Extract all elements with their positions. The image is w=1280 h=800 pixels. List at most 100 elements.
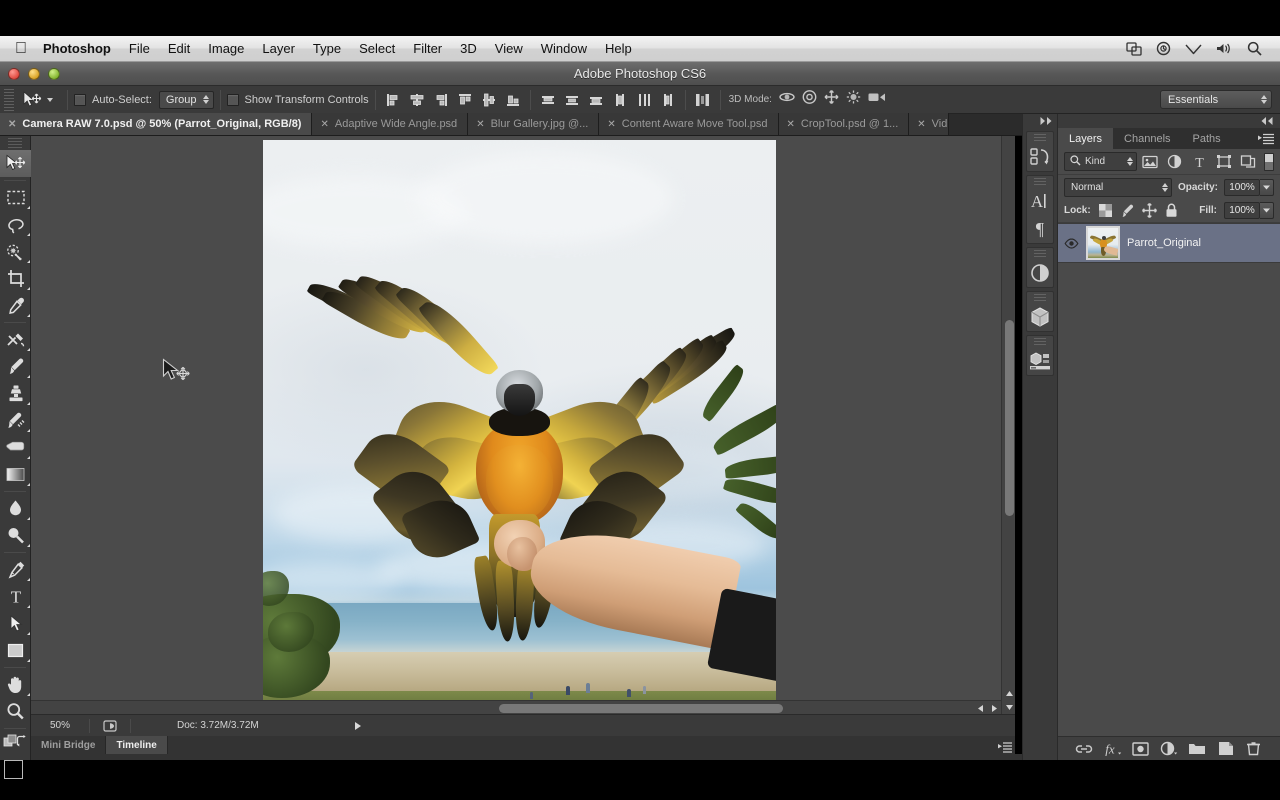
new-adjustment-layer-icon[interactable] <box>1159 739 1179 759</box>
new-layer-icon[interactable] <box>1216 739 1236 759</box>
document-tab-crop-tool[interactable]: ✕ CropTool.psd @ 1... <box>779 113 910 135</box>
quick-mask-mode-icon[interactable] <box>0 796 31 800</box>
distribute-bottom-edges-icon[interactable] <box>585 89 607 111</box>
opacity-stepper-arrow[interactable] <box>1260 179 1274 196</box>
close-icon[interactable]: ✕ <box>8 119 16 130</box>
distribute-right-edges-icon[interactable] <box>657 89 679 111</box>
tab-layers[interactable]: Layers <box>1058 128 1113 149</box>
fill-stepper-arrow[interactable] <box>1260 202 1274 219</box>
auto-align-layers-icon[interactable] <box>692 89 714 111</box>
link-layers-icon[interactable] <box>1074 739 1094 759</box>
collapse-to-icons-icon[interactable] <box>1058 114 1280 128</box>
dock-grip[interactable] <box>1034 250 1046 258</box>
document-tab-content-aware-move[interactable]: ✕ Content Aware Move Tool.psd <box>599 113 778 135</box>
opacity-value-field[interactable]: 100% <box>1224 179 1260 196</box>
menu-image[interactable]: Image <box>199 37 253 61</box>
canvas-horizontal-scrollbar[interactable] <box>31 700 1001 714</box>
scale-3d-icon[interactable] <box>867 90 886 109</box>
tool-rectangular-marquee[interactable] <box>0 184 31 211</box>
workspace-selector[interactable]: Essentials <box>1160 90 1272 109</box>
distribute-vertical-centers-icon[interactable] <box>561 89 583 111</box>
dock-grip[interactable] <box>1034 134 1046 142</box>
close-icon[interactable]: ✕ <box>787 119 795 130</box>
menu-select[interactable]: Select <box>350 37 404 61</box>
menu-photoshop[interactable]: Photoshop <box>34 37 120 61</box>
spotlight-search-icon[interactable] <box>1247 41 1262 56</box>
eye-icon[interactable] <box>1064 238 1079 249</box>
filter-shape-layers-icon[interactable] <box>1213 152 1235 172</box>
tool-rectangle[interactable] <box>0 637 31 664</box>
horizontal-scrollbar-thumb[interactable] <box>499 704 783 713</box>
tab-paths[interactable]: Paths <box>1182 128 1232 149</box>
align-horizontal-centers-icon[interactable] <box>406 89 428 111</box>
distribute-left-edges-icon[interactable] <box>609 89 631 111</box>
filter-adjustment-layers-icon[interactable] <box>1164 152 1186 172</box>
tool-spot-healing-brush[interactable] <box>0 326 31 353</box>
lock-transparent-pixels-icon[interactable] <box>1098 203 1113 218</box>
tools-palette-grip[interactable] <box>8 138 22 148</box>
align-bottom-edges-icon[interactable] <box>502 89 524 111</box>
wifi-icon[interactable] <box>1185 42 1202 55</box>
tool-clone-stamp[interactable] <box>0 380 31 407</box>
filter-pixel-layers-icon[interactable] <box>1140 152 1162 172</box>
fill-value-field[interactable]: 100% <box>1224 202 1260 219</box>
canvas-work-area[interactable] <box>31 136 1015 714</box>
swap-colors-icon[interactable] <box>15 734 28 752</box>
3d-properties-panel-icon[interactable] <box>1027 347 1053 375</box>
bottom-panel-menu-icon[interactable] <box>998 740 1012 758</box>
tool-horizontal-type[interactable]: T <box>0 583 31 610</box>
close-icon[interactable]: ✕ <box>917 119 925 130</box>
tool-eyedropper[interactable] <box>0 292 31 319</box>
bottom-tab-mini-bridge[interactable]: Mini Bridge <box>31 736 106 754</box>
menu-type[interactable]: Type <box>304 37 350 61</box>
active-tool-preview[interactable] <box>18 91 61 109</box>
zoom-level-field[interactable]: 50% <box>31 720 89 731</box>
lock-all-icon[interactable] <box>1164 203 1179 218</box>
dock-grip[interactable] <box>1034 338 1046 346</box>
screen-share-icon[interactable] <box>1126 42 1142 56</box>
history-actions-icon[interactable] <box>1027 143 1053 171</box>
scroll-right-arrow-icon[interactable] <box>987 701 1001 714</box>
menu-layer[interactable]: Layer <box>253 37 304 61</box>
menu-view[interactable]: View <box>486 37 532 61</box>
new-group-icon[interactable] <box>1187 739 1207 759</box>
tool-hand[interactable] <box>0 671 31 698</box>
status-menu-triangle-icon[interactable] <box>355 722 361 730</box>
menu-filter[interactable]: Filter <box>404 37 451 61</box>
auto-select-checkbox[interactable] <box>74 94 86 106</box>
menu-window[interactable]: Window <box>532 37 596 61</box>
tool-history-brush[interactable] <box>0 407 31 434</box>
tool-pen[interactable] <box>0 556 31 583</box>
add-layer-mask-icon[interactable] <box>1131 739 1151 759</box>
show-transform-controls-checkbox[interactable] <box>227 94 239 106</box>
layer-style-fx-icon[interactable]: fx <box>1102 739 1122 759</box>
document-tab-adaptive-wide-angle[interactable]: ✕ Adaptive Wide Angle.psd <box>312 113 468 135</box>
layer-name-label[interactable]: Parrot_Original <box>1127 237 1201 249</box>
scroll-down-arrow-icon[interactable] <box>1002 700 1015 714</box>
delete-layer-icon[interactable] <box>1244 739 1264 759</box>
filter-toggle-icon[interactable] <box>1264 153 1274 171</box>
tool-zoom[interactable] <box>0 698 31 725</box>
tool-gradient[interactable] <box>0 461 31 488</box>
tool-lasso[interactable] <box>0 211 31 238</box>
roll-3d-icon[interactable] <box>801 89 818 110</box>
tool-path-selection[interactable] <box>0 610 31 637</box>
tool-brush[interactable] <box>0 353 31 380</box>
character-panel-icon[interactable]: A <box>1027 187 1053 215</box>
close-icon[interactable]: ✕ <box>320 119 328 130</box>
apple-logo-icon[interactable]:  <box>8 41 34 57</box>
filter-type-layers-icon[interactable]: T <box>1189 152 1211 172</box>
slide-3d-icon[interactable] <box>845 89 862 110</box>
align-left-edges-icon[interactable] <box>382 89 404 111</box>
adjustments-panel-icon[interactable] <box>1027 259 1053 287</box>
table-row[interactable]: Parrot_Original <box>1058 223 1280 263</box>
tool-dodge[interactable] <box>0 522 31 549</box>
options-bar-grip[interactable] <box>4 89 14 111</box>
orbit-3d-icon[interactable] <box>778 89 796 110</box>
distribute-horizontal-centers-icon[interactable] <box>633 89 655 111</box>
dock-grip[interactable] <box>1034 178 1046 186</box>
layer-thumbnail[interactable] <box>1086 226 1120 260</box>
document-tab-camera-raw[interactable]: ✕ Camera RAW 7.0.psd @ 50% (Parrot_Origi… <box>0 113 312 135</box>
document-tab-video[interactable]: ✕ Vid <box>909 113 949 135</box>
tool-quick-selection[interactable] <box>0 238 31 265</box>
